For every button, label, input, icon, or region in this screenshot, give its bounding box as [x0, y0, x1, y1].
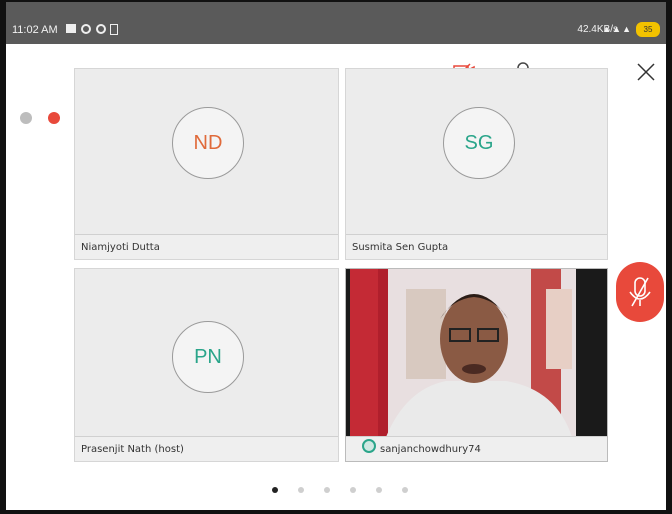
- participant-tile[interactable]: SG Susmita Sen Gupta: [345, 68, 608, 260]
- participant-name: sanjanchowdhury74: [380, 444, 481, 455]
- record-indicator-icon[interactable]: [48, 112, 60, 124]
- signal-icon: ▲▲▲: [602, 24, 632, 34]
- sync-status-icon: [96, 24, 106, 34]
- mic-off-icon: [629, 277, 651, 307]
- status-bar: 11:02 AM 42.4KB/s ▲▲▲ 35: [0, 0, 672, 44]
- participant-avatar: PN: [172, 321, 244, 393]
- presenter-icon: [362, 439, 376, 453]
- participant-tile[interactable]: ND Niamjyoti Dutta: [74, 68, 339, 260]
- participant-name: Niamjyoti Dutta: [81, 242, 160, 253]
- participant-tile[interactable]: PN Prasenjit Nath (host): [74, 268, 339, 462]
- page-dot[interactable]: [350, 487, 356, 493]
- record-status-icon: [81, 24, 91, 34]
- participant-avatar: SG: [443, 107, 515, 179]
- page-dot[interactable]: [298, 487, 304, 493]
- participant-video-tile[interactable]: sanjanchowdhury74: [345, 268, 608, 462]
- page-dot[interactable]: [376, 487, 382, 493]
- avatar-initials: SG: [464, 132, 494, 154]
- mute-button[interactable]: [616, 262, 664, 322]
- participant-video-feed: [346, 269, 607, 437]
- close-icon[interactable]: [636, 62, 656, 82]
- status-time: 11:02 AM: [12, 24, 58, 36]
- page-dot[interactable]: [402, 487, 408, 493]
- battery-icon: 35: [636, 22, 660, 37]
- avatar-initials: PN: [194, 346, 222, 368]
- video-status-icon: [66, 24, 76, 33]
- page-dot[interactable]: [324, 487, 330, 493]
- avatar-initials: ND: [193, 132, 223, 154]
- audio-indicator-icon[interactable]: [20, 112, 32, 124]
- trash-status-icon: [110, 24, 118, 35]
- participant-name: Prasenjit Nath (host): [81, 444, 184, 455]
- page-dot[interactable]: [272, 487, 278, 493]
- participant-name: Susmita Sen Gupta: [352, 242, 449, 253]
- participant-avatar: ND: [172, 107, 244, 179]
